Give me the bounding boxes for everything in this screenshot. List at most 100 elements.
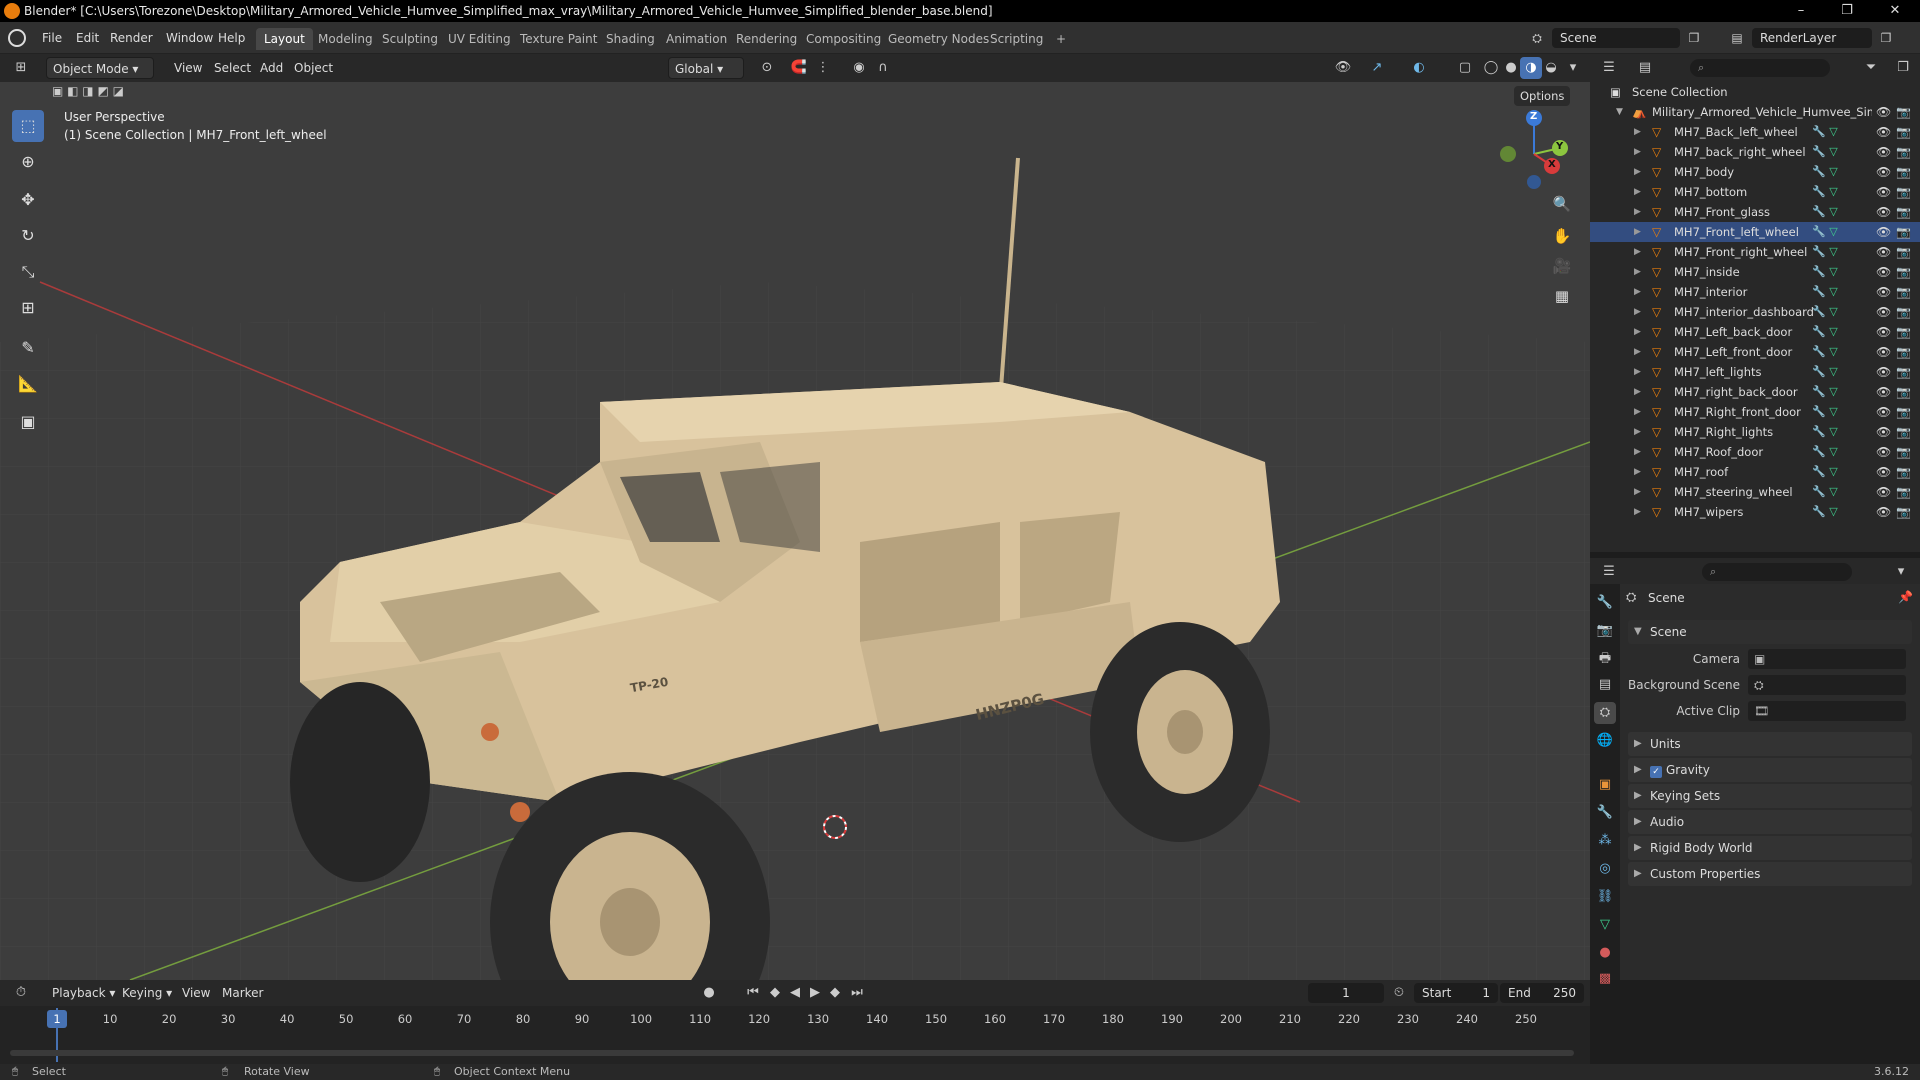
visibility-eye-icon[interactable]: 👁	[1876, 202, 1891, 222]
timeline-editor-type-icon[interactable]: ⏱	[10, 982, 32, 1004]
outliner-collection[interactable]: ▼ ⛺ Military_Armored_Vehicle_Humvee_Sim …	[1590, 102, 1920, 122]
expand-chevron-icon[interactable]: ▶	[1634, 122, 1641, 142]
tab-scripting[interactable]: Scripting	[982, 28, 1051, 50]
material-tab-icon[interactable]: ●	[1594, 942, 1616, 964]
expand-chevron-icon[interactable]: ▶	[1634, 442, 1641, 462]
visibility-eye-icon[interactable]: 👁	[1876, 342, 1891, 362]
mesh-data-icon[interactable]: ▽	[1829, 165, 1837, 178]
render-camera-icon[interactable]: 📷	[1896, 322, 1911, 342]
render-tab-icon[interactable]: 📷	[1594, 620, 1616, 642]
play-reverse-icon[interactable]: ◀	[784, 982, 806, 1004]
falloff-icon[interactable]: ∩	[872, 57, 894, 79]
mesh-data-icon[interactable]: ▽	[1829, 345, 1837, 358]
modifier-icon[interactable]: 🔧 ▽	[1812, 402, 1838, 422]
properties-options-icon[interactable]: ▾	[1890, 561, 1912, 583]
jump-start-icon[interactable]: ⏮	[742, 982, 764, 1004]
scene-tab-icon[interactable]: ⛭	[1594, 702, 1616, 724]
expand-chevron-icon[interactable]: ▶	[1634, 202, 1641, 222]
modifier-icon[interactable]: 🔧 ▽	[1812, 362, 1838, 382]
render-camera-icon[interactable]: 📷	[1896, 282, 1911, 302]
outliner-row[interactable]: ▶ ▽ MH7_Back_left_wheel 🔧 ▽ 👁 📷	[1590, 122, 1920, 142]
modifier-icon[interactable]: 🔧 ▽	[1812, 142, 1838, 162]
render-camera-icon[interactable]: 📷	[1896, 382, 1911, 402]
mesh-data-icon[interactable]: ▽	[1829, 505, 1837, 518]
expand-chevron-icon[interactable]: ▶	[1634, 142, 1641, 162]
data-tab-icon[interactable]: ▽	[1594, 914, 1616, 936]
pivot-point-icon[interactable]: ⊙	[756, 57, 778, 79]
expand-chevron-icon[interactable]: ▶	[1634, 482, 1641, 502]
render-camera-icon[interactable]: 📷	[1896, 162, 1911, 182]
modifier-icon[interactable]: 🔧 ▽	[1812, 262, 1838, 282]
visibility-eye-icon[interactable]: 👁	[1876, 222, 1891, 242]
expand-chevron-icon[interactable]: ▶	[1634, 342, 1641, 362]
gravity-checkbox[interactable]: ✓	[1650, 766, 1662, 778]
mesh-data-icon[interactable]: ▽	[1829, 445, 1837, 458]
jump-end-icon[interactable]: ⏭	[846, 982, 868, 1004]
visibility-eye-icon[interactable]: 👁	[1876, 282, 1891, 302]
display-mode-icon[interactable]: ▤	[1634, 57, 1656, 79]
units-section[interactable]: ▶ Units	[1628, 732, 1912, 756]
modifier-icon[interactable]: 🔧 ▽	[1812, 322, 1838, 342]
render-camera-icon[interactable]: 📷	[1896, 182, 1911, 202]
visibility-eye-icon[interactable]: 👁	[1876, 422, 1891, 442]
play-icon[interactable]: ▶	[804, 982, 826, 1004]
background-scene-field[interactable]: ⛭	[1748, 675, 1906, 695]
mesh-data-icon[interactable]: ▽	[1829, 225, 1837, 238]
render-camera-icon[interactable]: 📷	[1896, 262, 1911, 282]
modifier-icon[interactable]: 🔧 ▽	[1812, 502, 1838, 522]
visibility-icon[interactable]: 👁	[1332, 57, 1354, 79]
menu-marker[interactable]: Marker	[216, 982, 269, 1004]
output-tab-icon[interactable]: 🖶	[1594, 648, 1616, 670]
tab-animation[interactable]: Animation	[658, 28, 735, 50]
object-tab-icon[interactable]: ▣	[1594, 774, 1616, 796]
tab-compositing[interactable]: Compositing	[798, 28, 889, 50]
render-camera-icon[interactable]: 📷	[1896, 362, 1911, 382]
menu-select[interactable]: Select	[208, 57, 257, 79]
modifier-tab-icon[interactable]: 🔧	[1594, 802, 1616, 824]
outliner-row[interactable]: ▶ ▽ MH7_Front_glass 🔧 ▽ 👁 📷	[1590, 202, 1920, 222]
gravity-section[interactable]: ▶ ✓ Gravity	[1628, 758, 1912, 782]
selection-mode-icons[interactable]: ▣ ◧ ◨ ◩ ◪	[52, 84, 140, 104]
outliner-editor-type-icon[interactable]: ☰	[1598, 57, 1620, 79]
modifier-icon[interactable]: 🔧 ▽	[1812, 342, 1838, 362]
record-icon[interactable]: ●	[698, 982, 720, 1004]
tool-tab-icon[interactable]: 🔧	[1594, 592, 1616, 614]
3d-viewport[interactable]: TP-20 HNZP0G Options 🔍 ✋ 🎥 ▦	[0, 82, 1590, 980]
expand-chevron-icon[interactable]: ▶	[1634, 422, 1641, 442]
expand-chevron-icon[interactable]: ▶	[1634, 462, 1641, 482]
transform-orientation-selector[interactable]: Global ▾	[668, 57, 744, 79]
audio-section[interactable]: ▶ Audio	[1628, 810, 1912, 834]
render-camera-icon[interactable]: 📷	[1896, 482, 1911, 502]
collection-render-icon[interactable]: 📷	[1896, 102, 1911, 122]
custom-properties-section[interactable]: ▶ Custom Properties	[1628, 862, 1912, 886]
camera-view-icon[interactable]: 🎥	[1548, 252, 1576, 280]
outliner-row[interactable]: ▶ ▽ MH7_inside 🔧 ▽ 👁 📷	[1590, 262, 1920, 282]
mesh-data-icon[interactable]: ▽	[1829, 385, 1837, 398]
mesh-data-icon[interactable]: ▽	[1829, 125, 1837, 138]
add-workspace-button[interactable]: +	[1048, 28, 1074, 50]
modifier-icon[interactable]: 🔧 ▽	[1812, 182, 1838, 202]
scene-selector[interactable]: Scene	[1552, 28, 1680, 48]
pin-icon[interactable]: 📌	[1898, 590, 1913, 604]
mesh-data-icon[interactable]: ▽	[1829, 325, 1837, 338]
menu-timeline-view[interactable]: View	[176, 982, 216, 1004]
snap-icon[interactable]: 🧲	[788, 57, 810, 79]
render-camera-icon[interactable]: 📷	[1896, 302, 1911, 322]
filter-icon[interactable]: ⏷	[1860, 57, 1882, 79]
visibility-eye-icon[interactable]: 👁	[1876, 442, 1891, 462]
outliner-row[interactable]: ▶ ▽ MH7_roof 🔧 ▽ 👁 📷	[1590, 462, 1920, 482]
move-tool-icon[interactable]: ✥	[12, 184, 44, 216]
view-layer-icon[interactable]: ▤	[1726, 28, 1748, 48]
front-right-wheel[interactable]	[290, 682, 430, 882]
menu-file[interactable]: File	[36, 28, 68, 48]
scene-icon[interactable]: ⛭	[1526, 28, 1548, 48]
expand-chevron-icon[interactable]: ▶	[1634, 182, 1641, 202]
tab-shading[interactable]: Shading	[598, 28, 663, 50]
mesh-data-icon[interactable]: ▽	[1829, 285, 1837, 298]
new-scene-icon[interactable]: ❐	[1684, 28, 1704, 48]
menu-playback[interactable]: Playback ▾	[46, 982, 121, 1004]
particles-tab-icon[interactable]: ⁂	[1594, 830, 1616, 852]
view-layer-selector[interactable]: RenderLayer	[1752, 28, 1872, 48]
measure-tool-icon[interactable]: 📐	[12, 368, 44, 400]
visibility-eye-icon[interactable]: 👁	[1876, 302, 1891, 322]
